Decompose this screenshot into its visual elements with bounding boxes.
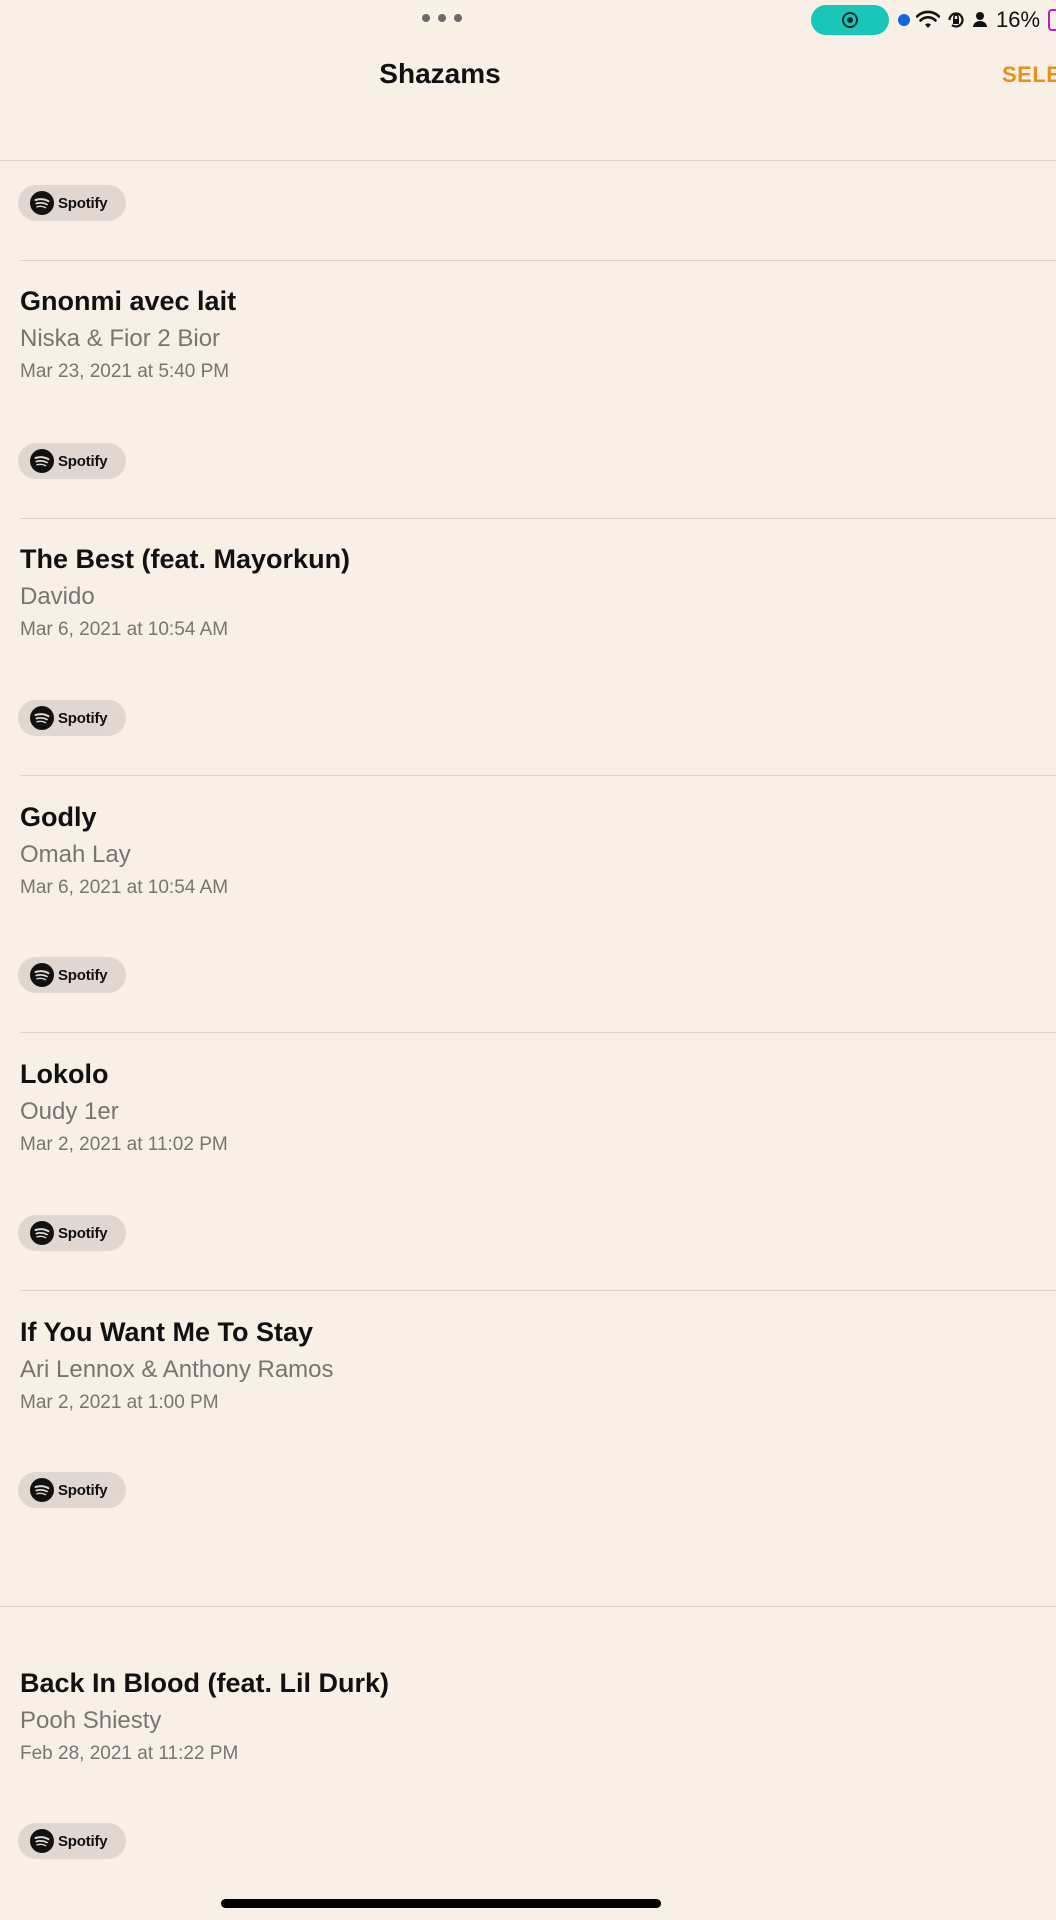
song-title: If You Want Me To Stay bbox=[20, 1317, 314, 1347]
list-item[interactable]: Gnonmi avec lait Niska & Fior 2 Bior Mar… bbox=[20, 284, 1020, 384]
spotify-button[interactable]: Spotify bbox=[18, 1823, 126, 1859]
list-item[interactable]: Back In Blood (feat. Lil Durk) Pooh Shie… bbox=[20, 1666, 1020, 1766]
song-date: Mar 6, 2021 at 10:54 AM bbox=[20, 877, 229, 898]
spotify-label: Spotify bbox=[58, 1224, 108, 1242]
spotify-button[interactable]: Spotify bbox=[18, 185, 126, 221]
spotify-logo-icon bbox=[30, 191, 54, 215]
spotify-label: Spotify bbox=[58, 452, 108, 470]
divider bbox=[20, 260, 1056, 261]
song-title: The Best (feat. Mayorkun) bbox=[20, 544, 351, 574]
spotify-logo-icon bbox=[30, 1829, 54, 1853]
spotify-logo-icon bbox=[30, 706, 54, 730]
multitasking-dots-icon[interactable] bbox=[422, 13, 462, 23]
spotify-logo-icon bbox=[30, 963, 54, 987]
divider bbox=[20, 1290, 1056, 1291]
song-date: Feb 28, 2021 at 11:22 PM bbox=[20, 1743, 239, 1764]
spotify-logo-icon bbox=[30, 449, 54, 473]
spotify-label: Spotify bbox=[58, 194, 108, 212]
divider bbox=[20, 1032, 1056, 1033]
spotify-button[interactable]: Spotify bbox=[18, 957, 126, 993]
song-artist: Davido bbox=[20, 583, 95, 610]
list-item[interactable]: Godly Omah Lay Mar 6, 2021 at 10:54 AM bbox=[20, 800, 1020, 900]
list-item[interactable]: Lokolo Oudy 1er Mar 2, 2021 at 11:02 PM bbox=[20, 1057, 1020, 1157]
song-date: Mar 2, 2021 at 1:00 PM bbox=[20, 1392, 219, 1413]
song-artist: Niska & Fior 2 Bior bbox=[20, 325, 221, 352]
song-date: Mar 2, 2021 at 11:02 PM bbox=[20, 1134, 228, 1155]
song-title: Godly bbox=[20, 802, 97, 832]
list-item[interactable]: The Best (feat. Mayorkun) Davido Mar 6, … bbox=[20, 542, 1020, 642]
orientation-lock-icon bbox=[948, 12, 964, 28]
person-icon bbox=[973, 12, 987, 27]
spotify-logo-icon bbox=[30, 1478, 54, 1502]
divider bbox=[0, 160, 1056, 161]
page-title: Shazams bbox=[379, 58, 501, 89]
battery-icon bbox=[1048, 9, 1056, 31]
spotify-button[interactable]: Spotify bbox=[18, 443, 126, 479]
home-indicator[interactable] bbox=[221, 1899, 661, 1908]
location-dot-icon bbox=[898, 14, 910, 26]
song-artist: Oudy 1er bbox=[20, 1098, 119, 1125]
spotify-label: Spotify bbox=[58, 1481, 108, 1499]
navigation-bar: Shazams SELECT bbox=[0, 40, 1056, 160]
spotify-button[interactable]: Spotify bbox=[18, 700, 126, 736]
record-icon bbox=[842, 12, 858, 28]
section-divider bbox=[0, 1606, 1056, 1607]
spotify-label: Spotify bbox=[58, 966, 108, 984]
status-bar: 16% bbox=[0, 0, 1056, 40]
screen-recording-indicator[interactable] bbox=[811, 5, 889, 35]
song-date: Mar 23, 2021 at 5:40 PM bbox=[20, 361, 230, 382]
song-artist: Omah Lay bbox=[20, 841, 131, 868]
divider bbox=[20, 775, 1056, 776]
divider bbox=[20, 518, 1056, 519]
spotify-label: Spotify bbox=[58, 709, 108, 727]
spotify-logo-icon bbox=[30, 1221, 54, 1245]
song-date: Mar 6, 2021 at 10:54 AM bbox=[20, 619, 229, 640]
song-title: Gnonmi avec lait bbox=[20, 286, 237, 316]
song-title: Lokolo bbox=[20, 1059, 109, 1089]
song-title: Back In Blood (feat. Lil Durk) bbox=[20, 1668, 390, 1698]
list-item[interactable]: If You Want Me To Stay Ari Lennox & Anth… bbox=[20, 1315, 1020, 1415]
status-icons: 16% bbox=[898, 7, 1056, 33]
select-button[interactable]: SELECT bbox=[1002, 62, 1056, 88]
song-artist: Ari Lennox & Anthony Ramos bbox=[20, 1356, 334, 1383]
spotify-button[interactable]: Spotify bbox=[18, 1215, 126, 1251]
battery-percent: 16% bbox=[996, 7, 1041, 32]
spotify-button[interactable]: Spotify bbox=[18, 1472, 126, 1508]
wifi-icon bbox=[916, 10, 940, 28]
spotify-label: Spotify bbox=[58, 1832, 108, 1850]
song-artist: Pooh Shiesty bbox=[20, 1707, 162, 1734]
